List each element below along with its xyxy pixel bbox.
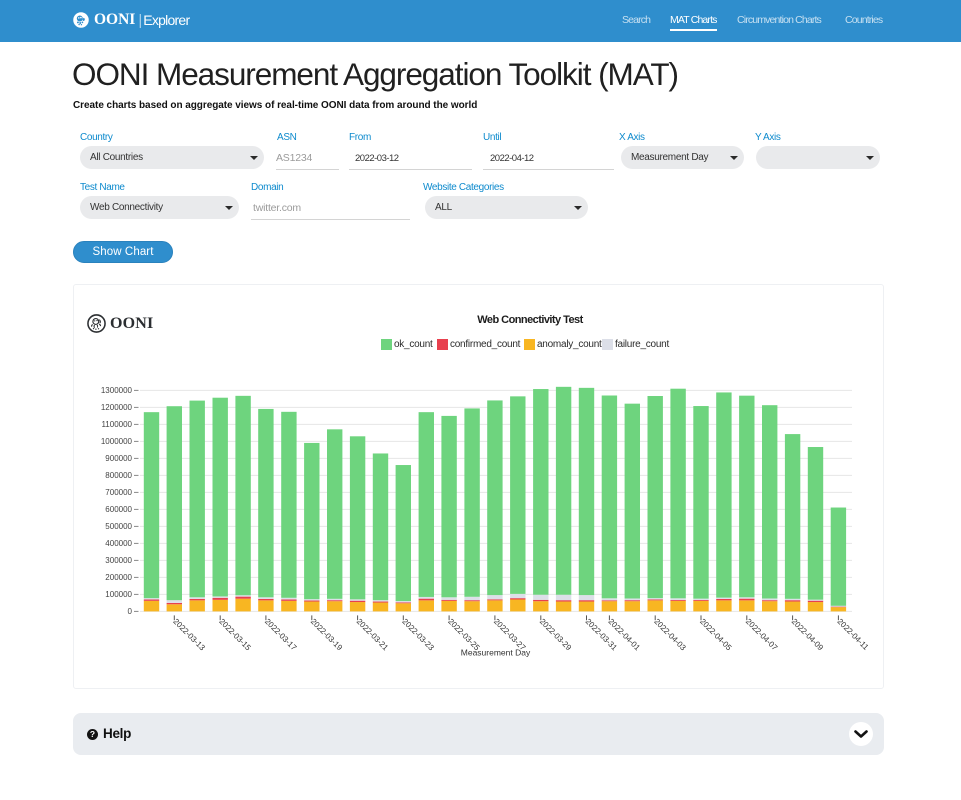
svg-text:1100000: 1100000: [101, 420, 132, 429]
svg-text:400000: 400000: [105, 539, 132, 548]
svg-text:0: 0: [128, 607, 133, 616]
svg-text:200000: 200000: [105, 573, 132, 582]
svg-text:300000: 300000: [105, 556, 132, 565]
svg-text:1000000: 1000000: [101, 437, 133, 446]
svg-text:2022-04-05: 2022-04-05: [698, 617, 734, 653]
svg-text:Measurement Day: Measurement Day: [461, 647, 531, 657]
svg-text:2022-04-11: 2022-04-11: [835, 617, 870, 652]
svg-text:2022-03-13: 2022-03-13: [171, 617, 207, 653]
svg-text:500000: 500000: [105, 522, 132, 531]
svg-text:700000: 700000: [105, 488, 132, 497]
svg-text:2022-04-07: 2022-04-07: [744, 617, 780, 653]
svg-text:600000: 600000: [105, 505, 132, 514]
svg-text:800000: 800000: [105, 471, 132, 480]
svg-text:2022-03-21: 2022-03-21: [355, 617, 391, 653]
svg-text:1300000: 1300000: [101, 386, 133, 395]
svg-text:100000: 100000: [105, 590, 132, 599]
svg-text:2022-03-19: 2022-03-19: [309, 617, 345, 653]
svg-text:2022-04-03: 2022-04-03: [652, 617, 688, 653]
svg-text:1200000: 1200000: [101, 403, 133, 412]
svg-text:900000: 900000: [105, 454, 132, 463]
svg-text:2022-04-09: 2022-04-09: [790, 617, 826, 653]
svg-text:2022-03-29: 2022-03-29: [538, 617, 574, 653]
svg-text:2022-03-23: 2022-03-23: [400, 617, 436, 653]
svg-text:2022-03-15: 2022-03-15: [217, 617, 253, 653]
svg-text:2022-03-17: 2022-03-17: [263, 617, 299, 653]
